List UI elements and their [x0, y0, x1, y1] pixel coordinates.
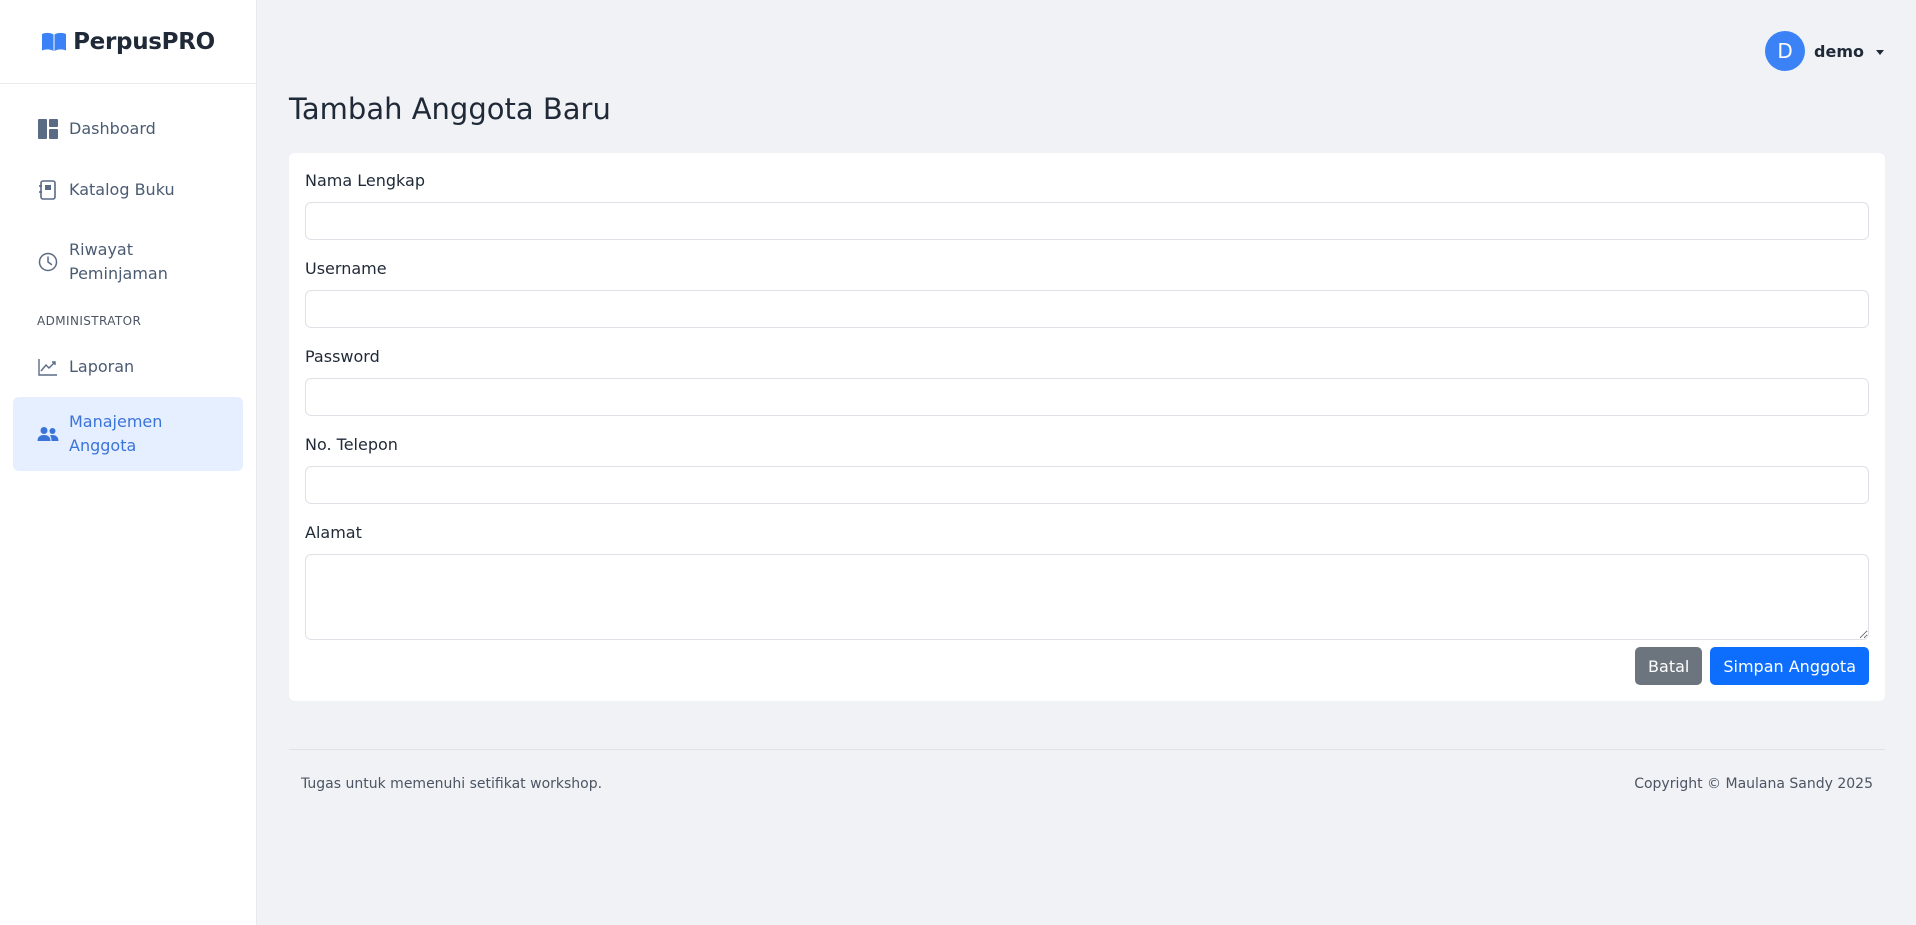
user-menu[interactable]: D demo [1765, 31, 1884, 71]
sidebar-item-katalog-buku[interactable]: Katalog Buku [13, 159, 243, 220]
footer-note: Tugas untuk memenuhi setifikat workshop. [301, 776, 603, 792]
cancel-button[interactable]: Batal [1635, 647, 1703, 685]
no-telepon-label: No. Telepon [305, 435, 398, 454]
sidebar-item-label: Riwayat Peminjaman [69, 240, 168, 283]
alamat-label: Alamat [305, 523, 362, 542]
footer-copyright: Copyright © Maulana Sandy 2025 [1634, 776, 1873, 792]
sidebar-item-riwayat-peminjaman[interactable]: Riwayat Peminjaman [13, 220, 243, 304]
brand-name: PerpusPRO [73, 28, 215, 55]
sidebar-item-label: Katalog Buku [69, 179, 175, 199]
nama-lengkap-label: Nama Lengkap [305, 171, 425, 190]
save-member-button[interactable]: Simpan Anggota [1710, 647, 1869, 685]
alamat-textarea[interactable] [305, 554, 1869, 640]
book-icon [37, 179, 59, 201]
user-name[interactable]: demo [1814, 42, 1864, 61]
footer: Tugas untuk memenuhi setifikat workshop.… [289, 749, 1885, 792]
book-open-icon [41, 31, 67, 53]
add-member-form: Nama Lengkap Username Password No. Telep… [289, 153, 1885, 701]
sidebar-item-laporan[interactable]: Laporan [13, 336, 243, 397]
brand[interactable]: PerpusPRO [0, 0, 256, 84]
no-telepon-input[interactable] [305, 466, 1869, 504]
password-input[interactable] [305, 378, 1869, 416]
username-input[interactable] [305, 290, 1869, 328]
sidebar-item-manajemen-anggota[interactable]: Manajemen Anggota [13, 397, 243, 471]
sidebar-section-title: ADMINISTRATOR [37, 314, 142, 328]
sidebar-nav: Dashboard Katalog Buku Riwayat Peminjama… [0, 84, 256, 471]
avatar[interactable]: D [1765, 31, 1806, 71]
dashboard-icon [37, 118, 59, 140]
clock-icon [37, 251, 59, 273]
sidebar-item-dashboard[interactable]: Dashboard [13, 98, 243, 159]
username-label: Username [305, 259, 387, 278]
nama-lengkap-input[interactable] [305, 202, 1869, 240]
sidebar: PerpusPRO Dashboard Katalog Buku Riwayat… [0, 0, 257, 925]
sidebar-item-label: Dashboard [69, 118, 156, 138]
chart-line-icon [37, 356, 59, 378]
sidebar-item-label: Laporan [69, 356, 135, 376]
form-actions: Batal Simpan Anggota [1635, 647, 1869, 685]
sidebar-item-label: Manajemen Anggota [69, 412, 163, 455]
users-icon [37, 423, 59, 445]
chevron-down-icon[interactable] [1876, 49, 1884, 55]
password-label: Password [305, 347, 380, 366]
page-title: Tambah Anggota Baru [289, 92, 611, 126]
